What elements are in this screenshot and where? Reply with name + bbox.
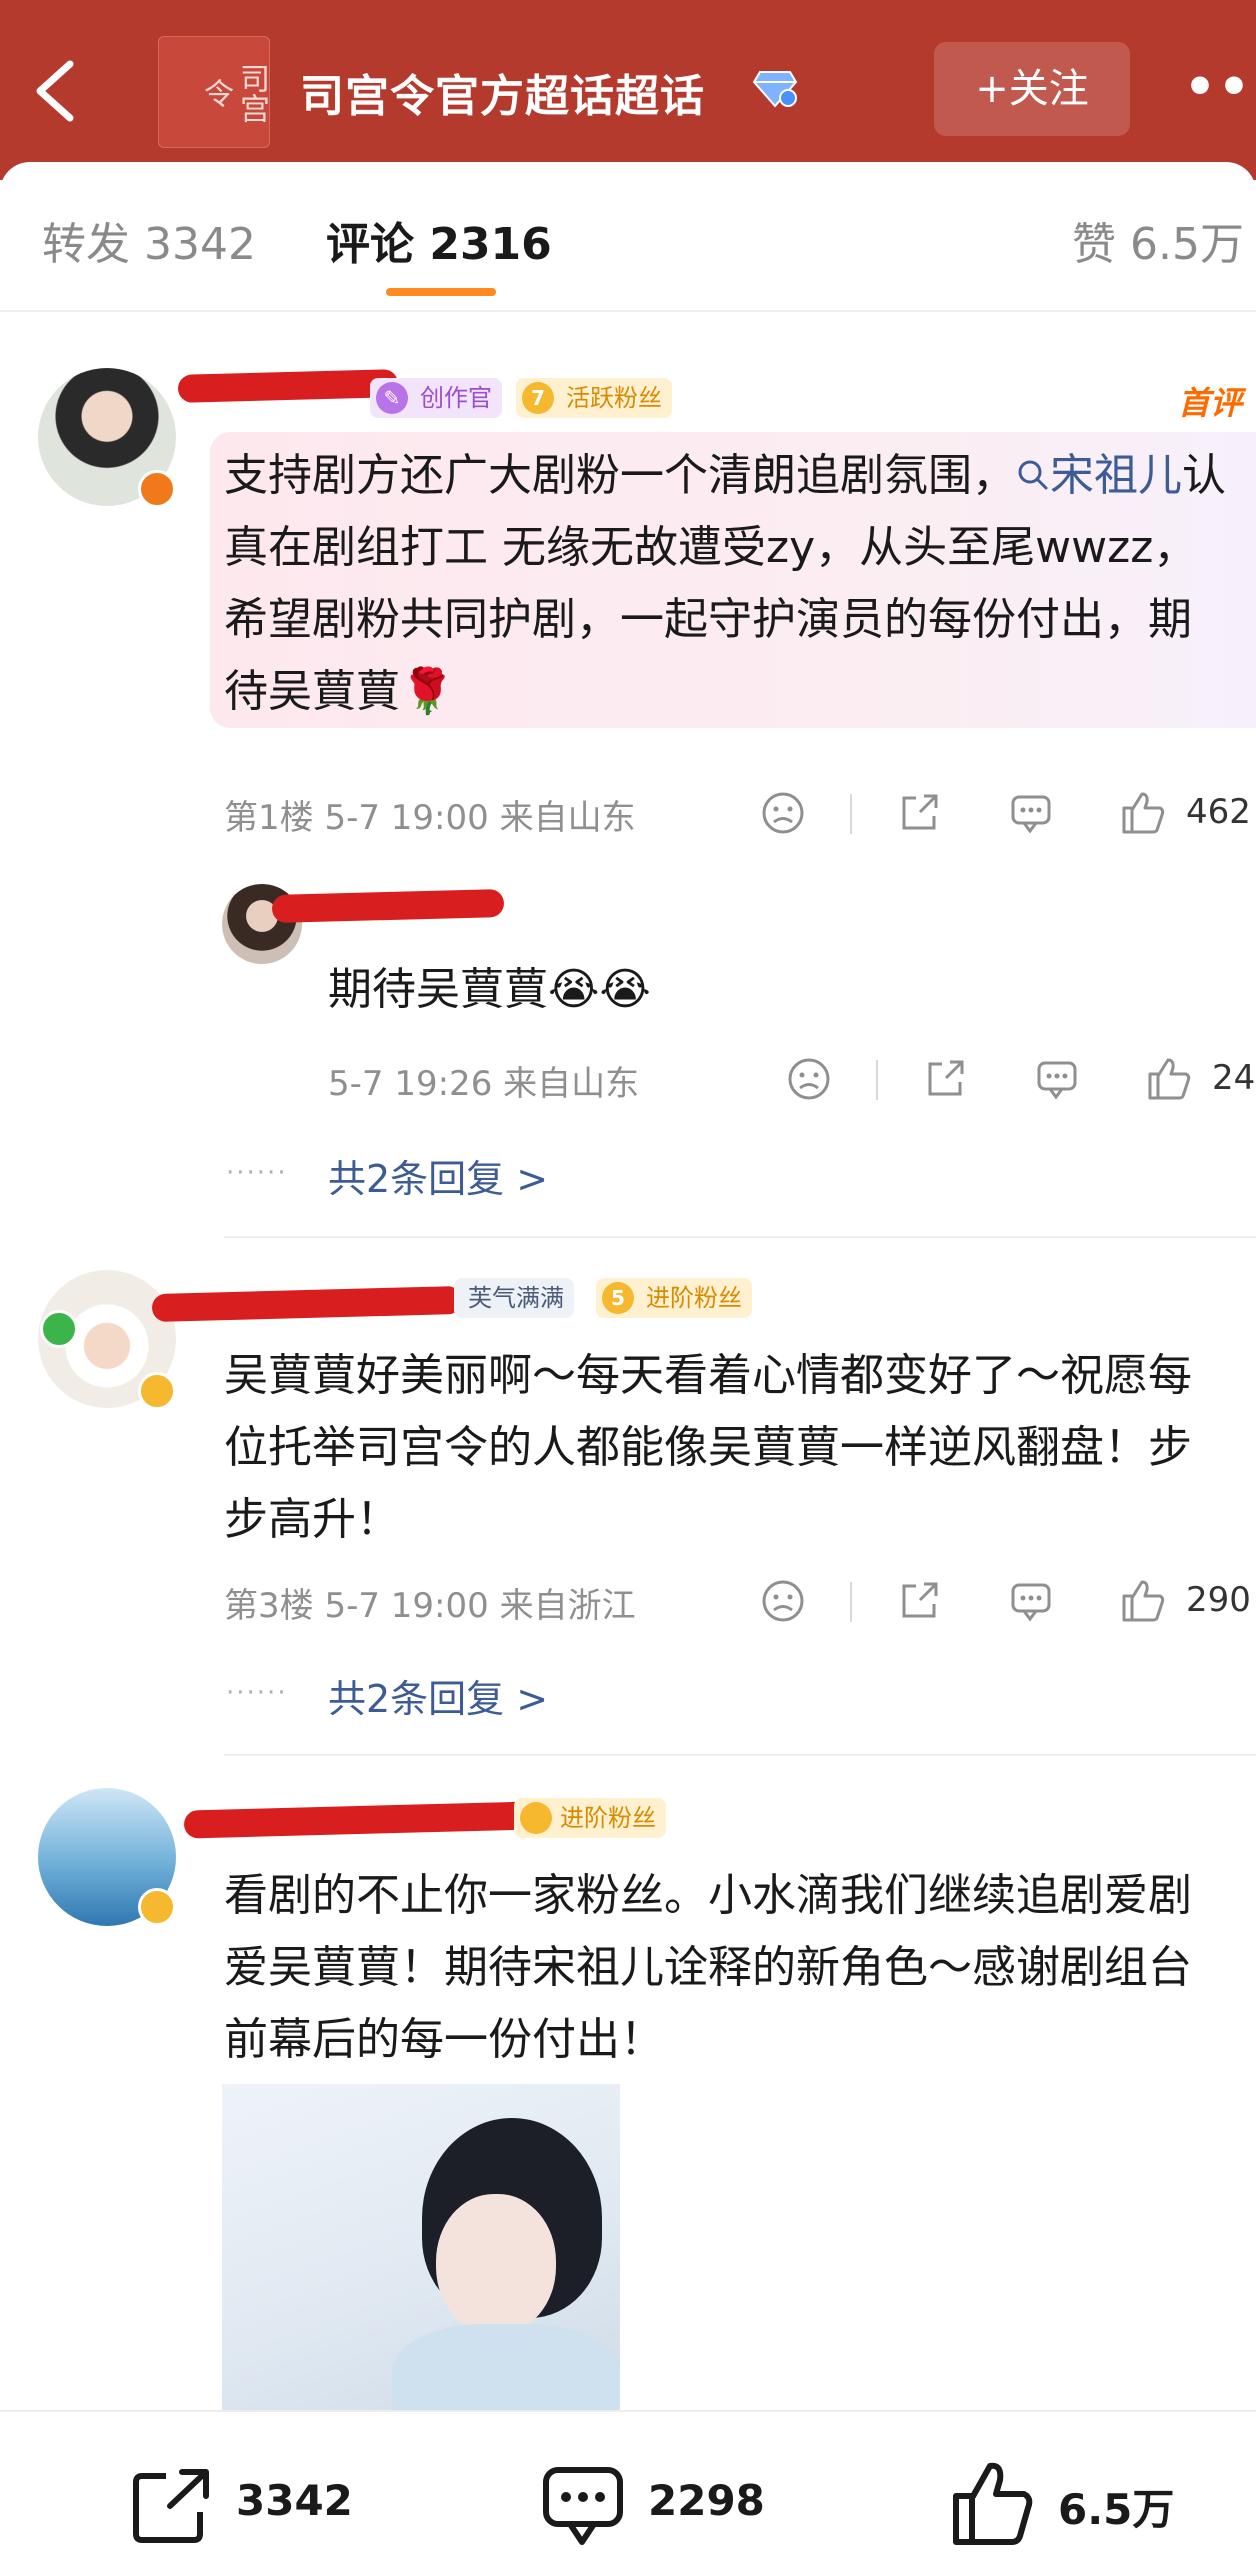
replies-dots: ······ (226, 1678, 288, 1708)
redacted-username (151, 1285, 463, 1323)
action-divider (850, 1582, 852, 1622)
tabs-divider (0, 310, 1256, 312)
comment-divider (224, 1236, 1256, 1238)
page-title: 司宫令官方超话超话 (300, 71, 705, 122)
topic-link-text: 宋祖儿 (1050, 450, 1182, 501)
thumbs-up-icon[interactable] (1120, 1576, 1166, 1624)
image-figure-face (436, 2194, 556, 2334)
tab-comments-label: 评论 (326, 219, 414, 270)
thumbs-up-icon[interactable] (1146, 1054, 1192, 1102)
fan-level-number: 7 (522, 382, 554, 414)
more-options-icon[interactable]: ••• (1184, 58, 1256, 116)
comment-text: 吴蕒蕒好美丽啊～每天看着心情都变好了～祝愿每位托举司宫令的人都能像吴蕒蕒一样逆风… (224, 1350, 1192, 1545)
custom-badge: 芙气满满 (454, 1278, 574, 1318)
action-divider (876, 1060, 878, 1100)
share-icon[interactable] (130, 2466, 216, 2546)
topic-link[interactable]: 宋祖儿 (1016, 450, 1182, 501)
topic-logo: 司宫令 (158, 36, 270, 148)
first-comment-tag: 首评 (1178, 384, 1243, 422)
fan-level-label: 进阶粉丝 (646, 1284, 742, 1312)
tab-reposts[interactable]: 转发 3342 (42, 208, 256, 272)
comment-image[interactable] (222, 2084, 620, 2410)
tab-reposts-label: 转发 (42, 219, 130, 270)
follow-button[interactable]: +关注 (934, 42, 1130, 136)
comment-meta: 第3楼 5-7 19:00 来自浙江 (224, 1586, 636, 1626)
image-figure-robe (392, 2324, 620, 2410)
thumbs-up-icon[interactable] (1120, 788, 1166, 836)
back-arrow-icon[interactable] (28, 56, 84, 126)
verified-badge-icon (138, 1888, 176, 1926)
comment-count: 2298 (648, 2476, 765, 2525)
comment-text: 看剧的不止你一家粉丝。小水滴我们继续追剧爱剧爱吴蕒蕒！期待宋祖儿诠释的新角色～感… (224, 1870, 1192, 2065)
share-icon[interactable] (922, 1056, 968, 1102)
sad-face-icon[interactable] (786, 1056, 832, 1102)
share-count: 3342 (236, 2476, 353, 2525)
like-count-total: 6.5万 (1058, 2485, 1175, 2534)
reply-meta: 5-7 19:26 来自山东 (328, 1064, 640, 1104)
creator-badge-label: 创作官 (420, 384, 492, 412)
like-count: 290 (1186, 1580, 1251, 1620)
tab-comments[interactable]: 评论 2316 (326, 208, 552, 272)
view-replies-link[interactable]: 共2条回复 > (328, 1668, 548, 1723)
thumbs-up-icon[interactable] (950, 2458, 1036, 2548)
fan-level-badge: 5 进阶粉丝 (596, 1278, 752, 1318)
tab-reposts-count: 3342 (144, 219, 256, 270)
fan-level-label: 进阶粉丝 (560, 1804, 656, 1832)
topic-logo-text: 司宫令 (198, 63, 269, 123)
comment-icon[interactable] (540, 2462, 626, 2548)
share-icon[interactable] (896, 1578, 942, 1624)
comment-icon[interactable] (1008, 790, 1054, 836)
sad-face-icon[interactable] (760, 1578, 806, 1624)
fan-level-number-icon (520, 1802, 552, 1834)
replies-dots: ······ (226, 1158, 288, 1188)
creator-badge-icon: ✎ (376, 382, 408, 414)
diamond-icon (752, 71, 798, 108)
fan-level-badge: 7 活跃粉丝 (516, 378, 672, 418)
comment-text-start: 支持剧方还广大剧粉一个清朗追剧氛围， (224, 450, 1016, 501)
like-count: 462 (1186, 792, 1251, 832)
tab-likes[interactable]: 赞 6.5万 (1072, 208, 1244, 272)
redacted-username (183, 1801, 535, 1839)
comment-text: 支持剧方还广大剧粉一个清朗追剧氛围， 宋祖儿认真在剧组打工 无缘无故遭受zy，从头… (224, 440, 1234, 728)
fan-level-number: 5 (602, 1282, 634, 1314)
verified-badge-icon (138, 470, 176, 508)
view-replies-link[interactable]: 共2条回复 > (328, 1148, 548, 1203)
status-check-icon (40, 1310, 78, 1348)
tab-active-indicator (386, 288, 496, 296)
redacted-username (271, 888, 505, 924)
redacted-username (177, 369, 399, 403)
tab-likes-label: 赞 (1072, 219, 1116, 270)
fan-level-label: 活跃粉丝 (566, 384, 662, 412)
share-icon[interactable] (896, 790, 942, 836)
comment-icon[interactable] (1008, 1578, 1054, 1624)
tab-comments-count: 2316 (429, 219, 552, 270)
verified-badge-icon (138, 1372, 176, 1410)
search-icon (1018, 460, 1048, 490)
comment-divider (224, 1754, 1256, 1756)
action-divider (850, 794, 852, 834)
reply-text: 期待吴蕒蕒😭😭 (328, 964, 651, 1015)
reply-like-count: 24 (1212, 1058, 1256, 1098)
creator-badge: ✎ 创作官 (370, 378, 502, 418)
tab-likes-count: 6.5万 (1130, 219, 1244, 270)
comment-icon[interactable] (1034, 1056, 1080, 1102)
sad-face-icon[interactable] (760, 790, 806, 836)
comment-meta: 第1楼 5-7 19:00 来自山东 (224, 798, 636, 838)
fan-level-badge: 进阶粉丝 (514, 1798, 666, 1838)
